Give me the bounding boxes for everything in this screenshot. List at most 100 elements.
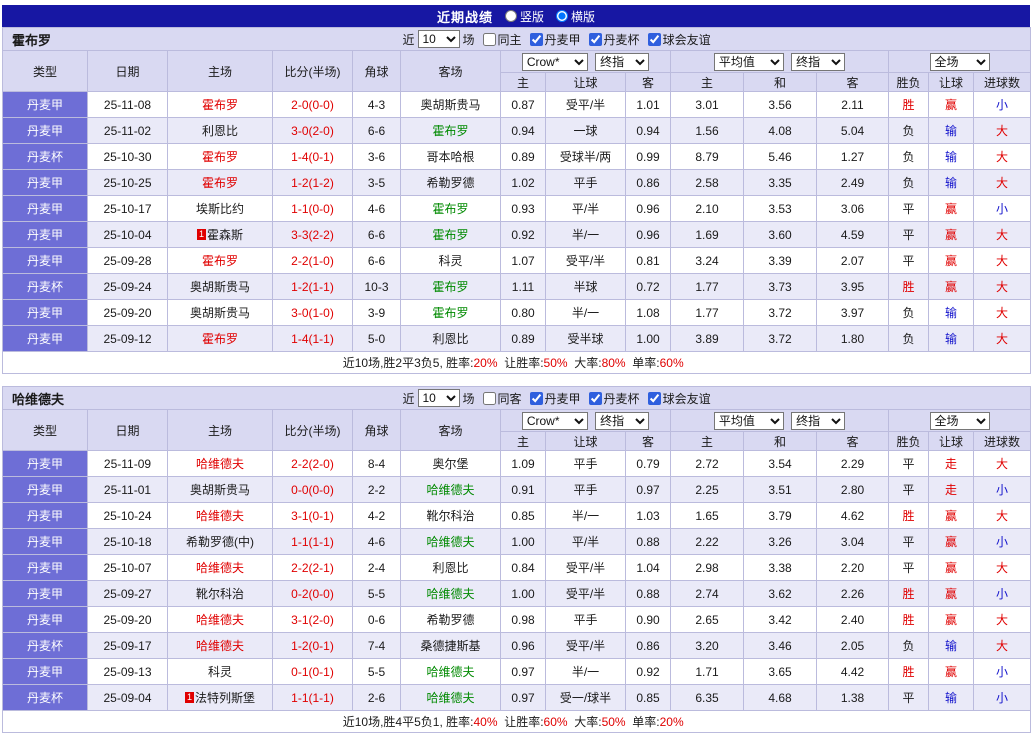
score-cell: 2-0(0-0) [272,91,353,118]
col-home: 主场 [167,50,273,92]
date-cell: 25-10-24 [87,502,168,529]
league-cell: 丹麦甲 [2,476,88,503]
odds-final-select[interactable]: 终指 [595,52,650,71]
result-cell: 胜 [888,91,929,118]
summary-record: 近10场,胜2平3负5, [342,356,443,370]
date-cell: 25-10-25 [87,169,168,196]
recent-matches-table: 霍布罗 近 10 场 同主 丹麦甲 丹麦杯 球会友谊 类型 日期 主场 比分(半… [1,27,1032,374]
layout-option-horizontal[interactable]: 横版 [556,8,595,25]
home-team-cell: 1 霍森斯 [167,221,273,248]
scope-select[interactable]: 全场 [929,52,990,71]
match-row: 丹麦甲 25-11-08 霍布罗 2-0(0-0) 4-3 奥胡斯贵马 0.87 受平/半 1.… [2,91,1032,118]
goals-result-cell: 小 [972,580,1032,607]
col-result: 胜负 [888,72,929,92]
match-row: 丹麦甲 25-10-24 哈维德夫 3-1(0-1) 4-2 靴尔科治 0.85 半/一 1.0… [2,502,1032,529]
col-result: 胜负 [888,431,929,451]
average-select[interactable]: 平均值 [713,411,784,430]
col-avg-home: 主 [670,72,744,92]
league-cell: 丹麦杯 [2,632,88,659]
date-cell: 25-10-17 [87,195,168,222]
average-final-select[interactable]: 终指 [791,411,846,430]
score-cell: 1-4(1-1) [272,325,353,352]
goals-result-cell: 大 [972,169,1032,196]
league-cell: 丹麦甲 [2,502,88,529]
avg-home-odds-cell: 1.56 [670,117,744,144]
recent-count-select[interactable]: 10 [417,389,460,407]
score-cell: 1-2(0-1) [272,632,353,659]
handicap-result-cell: 输 [928,117,974,144]
avg-home-odds-cell: 3.01 [670,91,744,118]
odds-source-select[interactable]: Crow* [521,411,588,430]
corner-cell: 3-9 [352,299,401,326]
layout-option-vertical[interactable]: 竖版 [504,8,544,25]
summary-stat-label: 大率: [574,356,602,370]
handicap-result-cell: 输 [928,169,974,196]
avg-draw-odds-cell: 3.38 [743,554,817,581]
summary-stat-value: 50% [601,715,626,729]
league-cell: 丹麦甲 [2,91,88,118]
summary-stat-value: 60% [659,356,684,370]
odds-handicap-cell: 受平/半 [545,554,626,581]
league-cell: 丹麦甲 [2,169,88,196]
odds-handicap-cell: 半/一 [545,502,626,529]
result-cell: 平 [888,195,929,222]
recent-count-select[interactable]: 10 [417,30,460,48]
result-cell: 胜 [888,658,929,685]
same-venue-checkbox[interactable] [482,391,496,405]
average-final-select[interactable]: 终指 [791,52,846,71]
avg-away-odds-cell: 2.40 [816,606,889,633]
odds-away-cell: 1.01 [625,91,671,118]
handicap-result-cell: 赢 [928,658,974,685]
cup-filter-label: 丹麦杯 [603,32,640,47]
away-team-cell: 利恩比 [400,325,501,352]
odds-away-cell: 0.94 [625,117,671,144]
result-cell: 平 [888,684,929,711]
odds-final-select[interactable]: 终指 [595,411,650,430]
friendly-filter-label: 球会友谊 [662,391,711,406]
match-rows: 丹麦甲 25-11-09 哈维德夫 2-2(2-0) 8-4 奥尔堡 1.09 平手 0.79 2… [2,450,1032,711]
score-cell: 1-4(0-1) [272,143,353,170]
goals-result-cell: 大 [972,325,1032,352]
layout-radio-horizontal[interactable] [556,10,568,22]
layout-radio-vertical[interactable] [504,10,517,22]
match-row: 丹麦杯 25-10-30 霍布罗 1-4(0-1) 3-6 哥本哈根 0.89 受球半/两 0.… [2,143,1032,170]
handicap-result-cell: 赢 [928,580,974,607]
odds-home-cell: 0.87 [500,91,546,118]
scope-select[interactable]: 全场 [929,411,990,430]
score-cell: 1-1(0-0) [272,195,353,222]
away-team-cell: 奥胡斯贵马 [400,91,501,118]
average-select[interactable]: 平均值 [713,52,784,71]
cup-filter-checkbox[interactable] [588,32,602,46]
avg-draw-odds-cell: 3.79 [743,502,817,529]
friendly-filter-checkbox[interactable] [647,391,661,405]
away-team-cell: 科灵 [400,247,501,274]
same-venue-checkbox[interactable] [482,32,496,46]
home-team-cell: 奥胡斯贵马 [167,273,273,300]
avg-draw-odds-cell: 3.51 [743,476,817,503]
corner-cell: 0-6 [352,606,401,633]
away-team-cell: 利恩比 [400,554,501,581]
away-team-cell: 哥本哈根 [400,143,501,170]
league-filter-checkbox[interactable] [529,32,543,46]
summary-stat-value: 20% [473,356,498,370]
friendly-filter-checkbox[interactable] [647,32,661,46]
handicap-result-cell: 赢 [928,91,974,118]
handicap-result-cell: 走 [928,476,974,503]
avg-home-odds-cell: 1.77 [670,299,744,326]
summary-stat-value: 20% [659,715,684,729]
odds-source-select[interactable]: Crow* [521,52,588,71]
avg-draw-odds-cell: 3.35 [743,169,817,196]
odds-away-cell: 0.97 [625,476,671,503]
column-header-row: 类型 日期 主场 比分(半场) 角球 客场 Crow* 终指 平均值 终指 全场 [2,50,1032,92]
summary-stat-value: 50% [543,356,568,370]
corner-cell: 2-4 [352,554,401,581]
league-filter-checkbox[interactable] [529,391,543,405]
goals-result-cell: 大 [972,450,1032,477]
league-cell: 丹麦甲 [2,221,88,248]
result-cell: 负 [888,169,929,196]
cup-filter-checkbox[interactable] [588,391,602,405]
home-team-cell: 霍布罗 [167,325,273,352]
col-score: 比分(半场) [272,409,353,451]
date-cell: 25-09-12 [87,325,168,352]
col-date: 日期 [87,409,168,451]
